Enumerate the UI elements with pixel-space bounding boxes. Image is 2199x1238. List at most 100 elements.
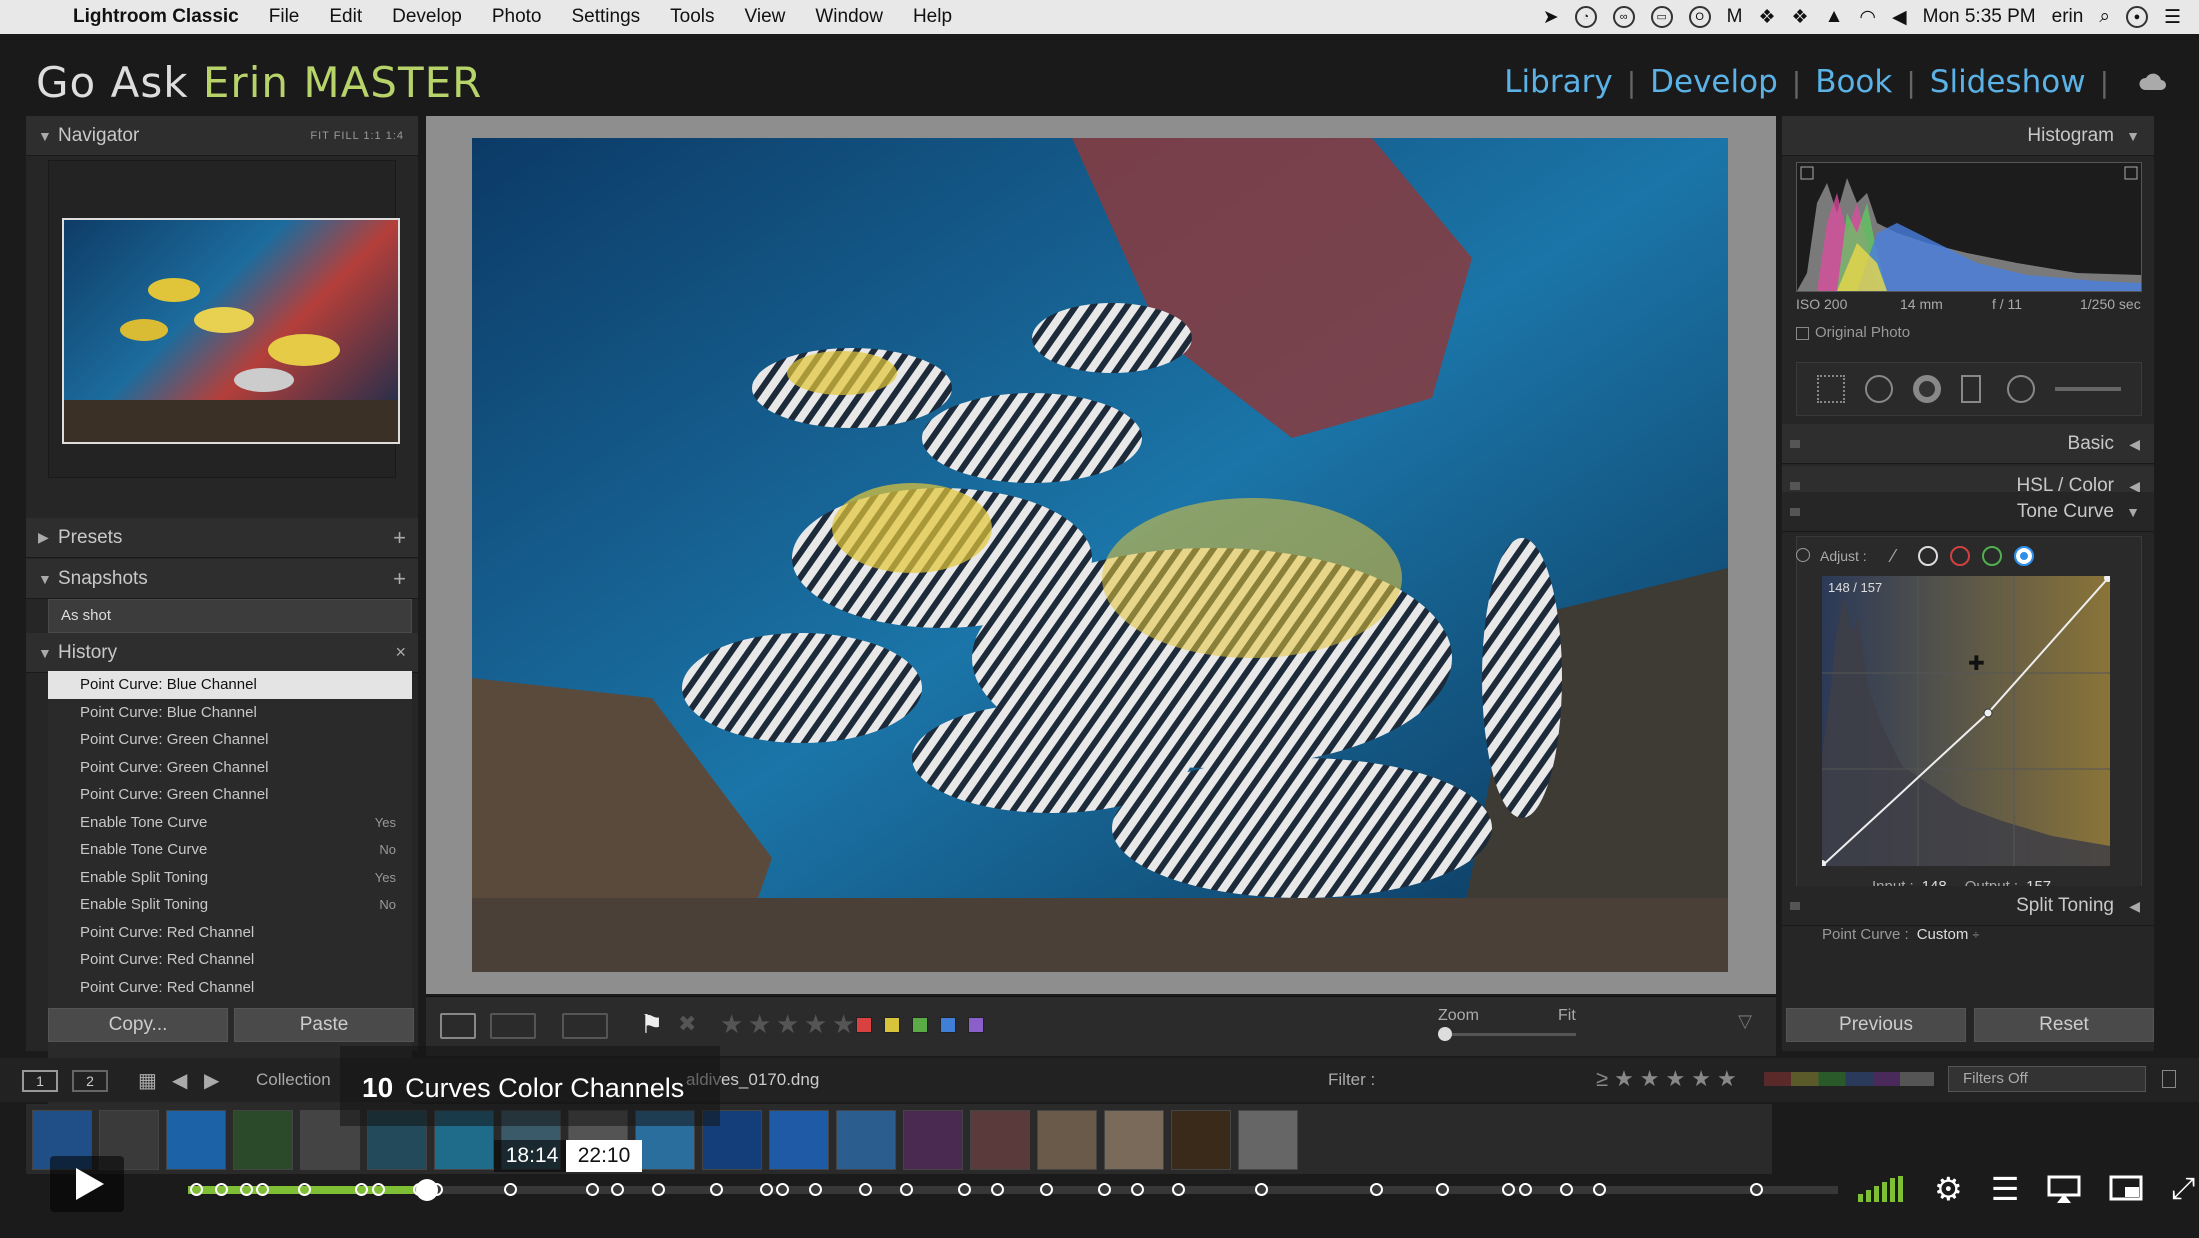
chapter-marker[interactable] xyxy=(1502,1183,1515,1196)
filter-lock-icon[interactable] xyxy=(2162,1070,2176,1088)
snapshots-header[interactable]: ▼ Snapshots + xyxy=(26,559,418,599)
module-library[interactable]: Library xyxy=(1504,64,1612,100)
chapter-marker[interactable] xyxy=(899,1183,913,1196)
history-header[interactable]: ▼ History × xyxy=(26,633,418,673)
second-window-button[interactable]: 2 xyxy=(72,1070,108,1092)
spot-removal-icon[interactable] xyxy=(1865,375,1893,403)
previous-button[interactable]: Previous xyxy=(1786,1008,1966,1042)
radial-filter-icon[interactable] xyxy=(2007,375,2035,403)
history-item[interactable]: Enable Split Toning Yes xyxy=(48,864,412,892)
siri-icon[interactable]: ● xyxy=(2125,6,2148,28)
history-item[interactable]: Enable Tone Curve No xyxy=(48,836,412,864)
chapter-marker[interactable] xyxy=(239,1183,253,1196)
clock[interactable]: Mon 5:35 PM xyxy=(1923,6,2036,28)
filmstrip-thumbnail[interactable] xyxy=(166,1110,226,1170)
airplay-icon[interactable] xyxy=(2047,1175,2081,1203)
navigator-header[interactable]: ▼ Navigator FIT FILL 1:1 1:4 xyxy=(26,116,418,156)
chapter-marker[interactable] xyxy=(297,1183,311,1196)
star-5-icon[interactable]: ★ xyxy=(832,1009,855,1040)
module-slideshow[interactable]: Slideshow xyxy=(1930,64,2086,100)
fullscreen-icon[interactable]: ⤢ xyxy=(2171,1172,2195,1206)
history-item[interactable]: Point Curve: Blue Channel xyxy=(48,671,412,699)
status-o-icon[interactable]: O xyxy=(1688,6,1711,28)
history-item[interactable]: Point Curve: Blue Channel xyxy=(48,699,412,727)
filmstrip-thumbnail[interactable] xyxy=(836,1110,896,1170)
before-after-split-icon[interactable] xyxy=(562,1013,608,1039)
chapter-marker[interactable] xyxy=(355,1183,369,1196)
loupe-view-icon[interactable] xyxy=(440,1013,476,1039)
user-name[interactable]: erin xyxy=(2052,6,2084,28)
reset-button[interactable]: Reset xyxy=(1974,1008,2154,1042)
filmstrip-thumbnail[interactable] xyxy=(1104,1110,1164,1170)
menu-window[interactable]: Window xyxy=(800,6,898,28)
chapter-marker[interactable] xyxy=(190,1183,204,1196)
navigator-zoom-options[interactable]: FIT FILL 1:1 1:4 xyxy=(310,130,404,142)
chapter-marker[interactable] xyxy=(1130,1183,1144,1196)
split-toning-header[interactable]: Split Toning ◀ xyxy=(1782,886,2154,926)
filmstrip-thumbnail[interactable] xyxy=(769,1110,829,1170)
red-channel-icon[interactable] xyxy=(1950,546,1970,566)
red-eye-icon[interactable] xyxy=(1913,375,1941,403)
tone-curve-header[interactable]: Tone Curve ▼ xyxy=(1782,492,2154,532)
chapter-marker[interactable] xyxy=(1172,1183,1185,1196)
crop-icon[interactable] xyxy=(1817,375,1845,403)
history-item[interactable]: Point Curve: Green Channel xyxy=(48,781,412,809)
main-window-button[interactable]: 1 xyxy=(22,1070,58,1092)
chapter-marker[interactable] xyxy=(1370,1183,1383,1196)
paste-button[interactable]: Paste xyxy=(234,1008,414,1042)
original-photo-checkbox[interactable]: Original Photo xyxy=(1796,324,1910,341)
filmstrip-thumbnail[interactable] xyxy=(903,1110,963,1170)
blue-channel-icon[interactable] xyxy=(2014,546,2034,566)
menu-photo[interactable]: Photo xyxy=(477,6,557,28)
menu-help[interactable]: Help xyxy=(898,6,967,28)
presets-header[interactable]: ▶ Presets + xyxy=(26,518,418,558)
star-2-icon[interactable]: ★ xyxy=(748,1009,771,1040)
chapter-marker[interactable] xyxy=(858,1183,872,1196)
histogram[interactable] xyxy=(1796,162,2142,292)
filmstrip-thumbnail[interactable] xyxy=(1238,1110,1298,1170)
add-snapshot-icon[interactable]: + xyxy=(393,566,406,592)
chapter-marker[interactable] xyxy=(1436,1183,1449,1196)
menu-edit[interactable]: Edit xyxy=(314,6,377,28)
menu-file[interactable]: File xyxy=(254,6,315,28)
chapter-marker[interactable] xyxy=(776,1183,789,1196)
main-photo[interactable] xyxy=(472,138,1728,972)
copy-button[interactable]: Copy... xyxy=(48,1008,228,1042)
star-1-icon[interactable]: ★ xyxy=(720,1009,743,1040)
speed-icon[interactable]: ◔ xyxy=(1574,6,1597,28)
creative-cloud-icon[interactable]: ∞ xyxy=(1612,6,1635,28)
star-3-icon[interactable]: ★ xyxy=(776,1009,799,1040)
history-item[interactable]: Enable Tone Curve Yes xyxy=(48,809,412,837)
chapter-marker[interactable] xyxy=(759,1183,773,1196)
filmstrip-thumbnail[interactable] xyxy=(233,1110,293,1170)
chapter-marker[interactable] xyxy=(1592,1183,1606,1196)
quality-bars-icon[interactable] xyxy=(1858,1176,1906,1202)
zoom-slider-knob[interactable] xyxy=(1438,1027,1452,1041)
progress-knob[interactable] xyxy=(416,1179,439,1201)
m-icon[interactable]: M xyxy=(1727,6,1743,28)
chapter-marker[interactable] xyxy=(503,1183,517,1196)
parametric-curve-icon[interactable]: ⁄ xyxy=(1892,546,1914,568)
filter-color-labels[interactable] xyxy=(1764,1072,1934,1086)
navigator-thumbnail[interactable] xyxy=(62,218,400,444)
history-item[interactable]: Point Curve: Red Channel xyxy=(48,946,412,974)
color-label-purple[interactable] xyxy=(968,1017,984,1033)
basic-header[interactable]: Basic ◀ xyxy=(1782,424,2154,464)
flag-icon[interactable]: ⚑ xyxy=(640,1009,663,1040)
airplay-icon[interactable]: ▲ xyxy=(1825,6,1844,28)
module-develop[interactable]: Develop xyxy=(1650,64,1778,100)
chapter-marker[interactable] xyxy=(1749,1183,1763,1196)
target-adjust-icon[interactable] xyxy=(1796,548,1810,562)
graduated-filter-icon[interactable] xyxy=(1961,375,1981,403)
before-after-icon[interactable] xyxy=(490,1013,536,1039)
grid-view-icon[interactable]: ▦ xyxy=(138,1068,157,1093)
forward-arrow-icon[interactable]: ▶ xyxy=(204,1068,219,1093)
filmstrip-thumbnail[interactable] xyxy=(1171,1110,1231,1170)
chapter-marker[interactable] xyxy=(611,1183,624,1196)
chapter-marker[interactable] xyxy=(1097,1183,1111,1196)
volume-icon[interactable]: ◀ xyxy=(1892,6,1907,29)
color-label-red[interactable] xyxy=(856,1017,872,1033)
color-label-green[interactable] xyxy=(912,1017,928,1033)
color-label-yellow[interactable] xyxy=(884,1017,900,1033)
wifi-icon[interactable]: ◠ xyxy=(1859,6,1876,29)
